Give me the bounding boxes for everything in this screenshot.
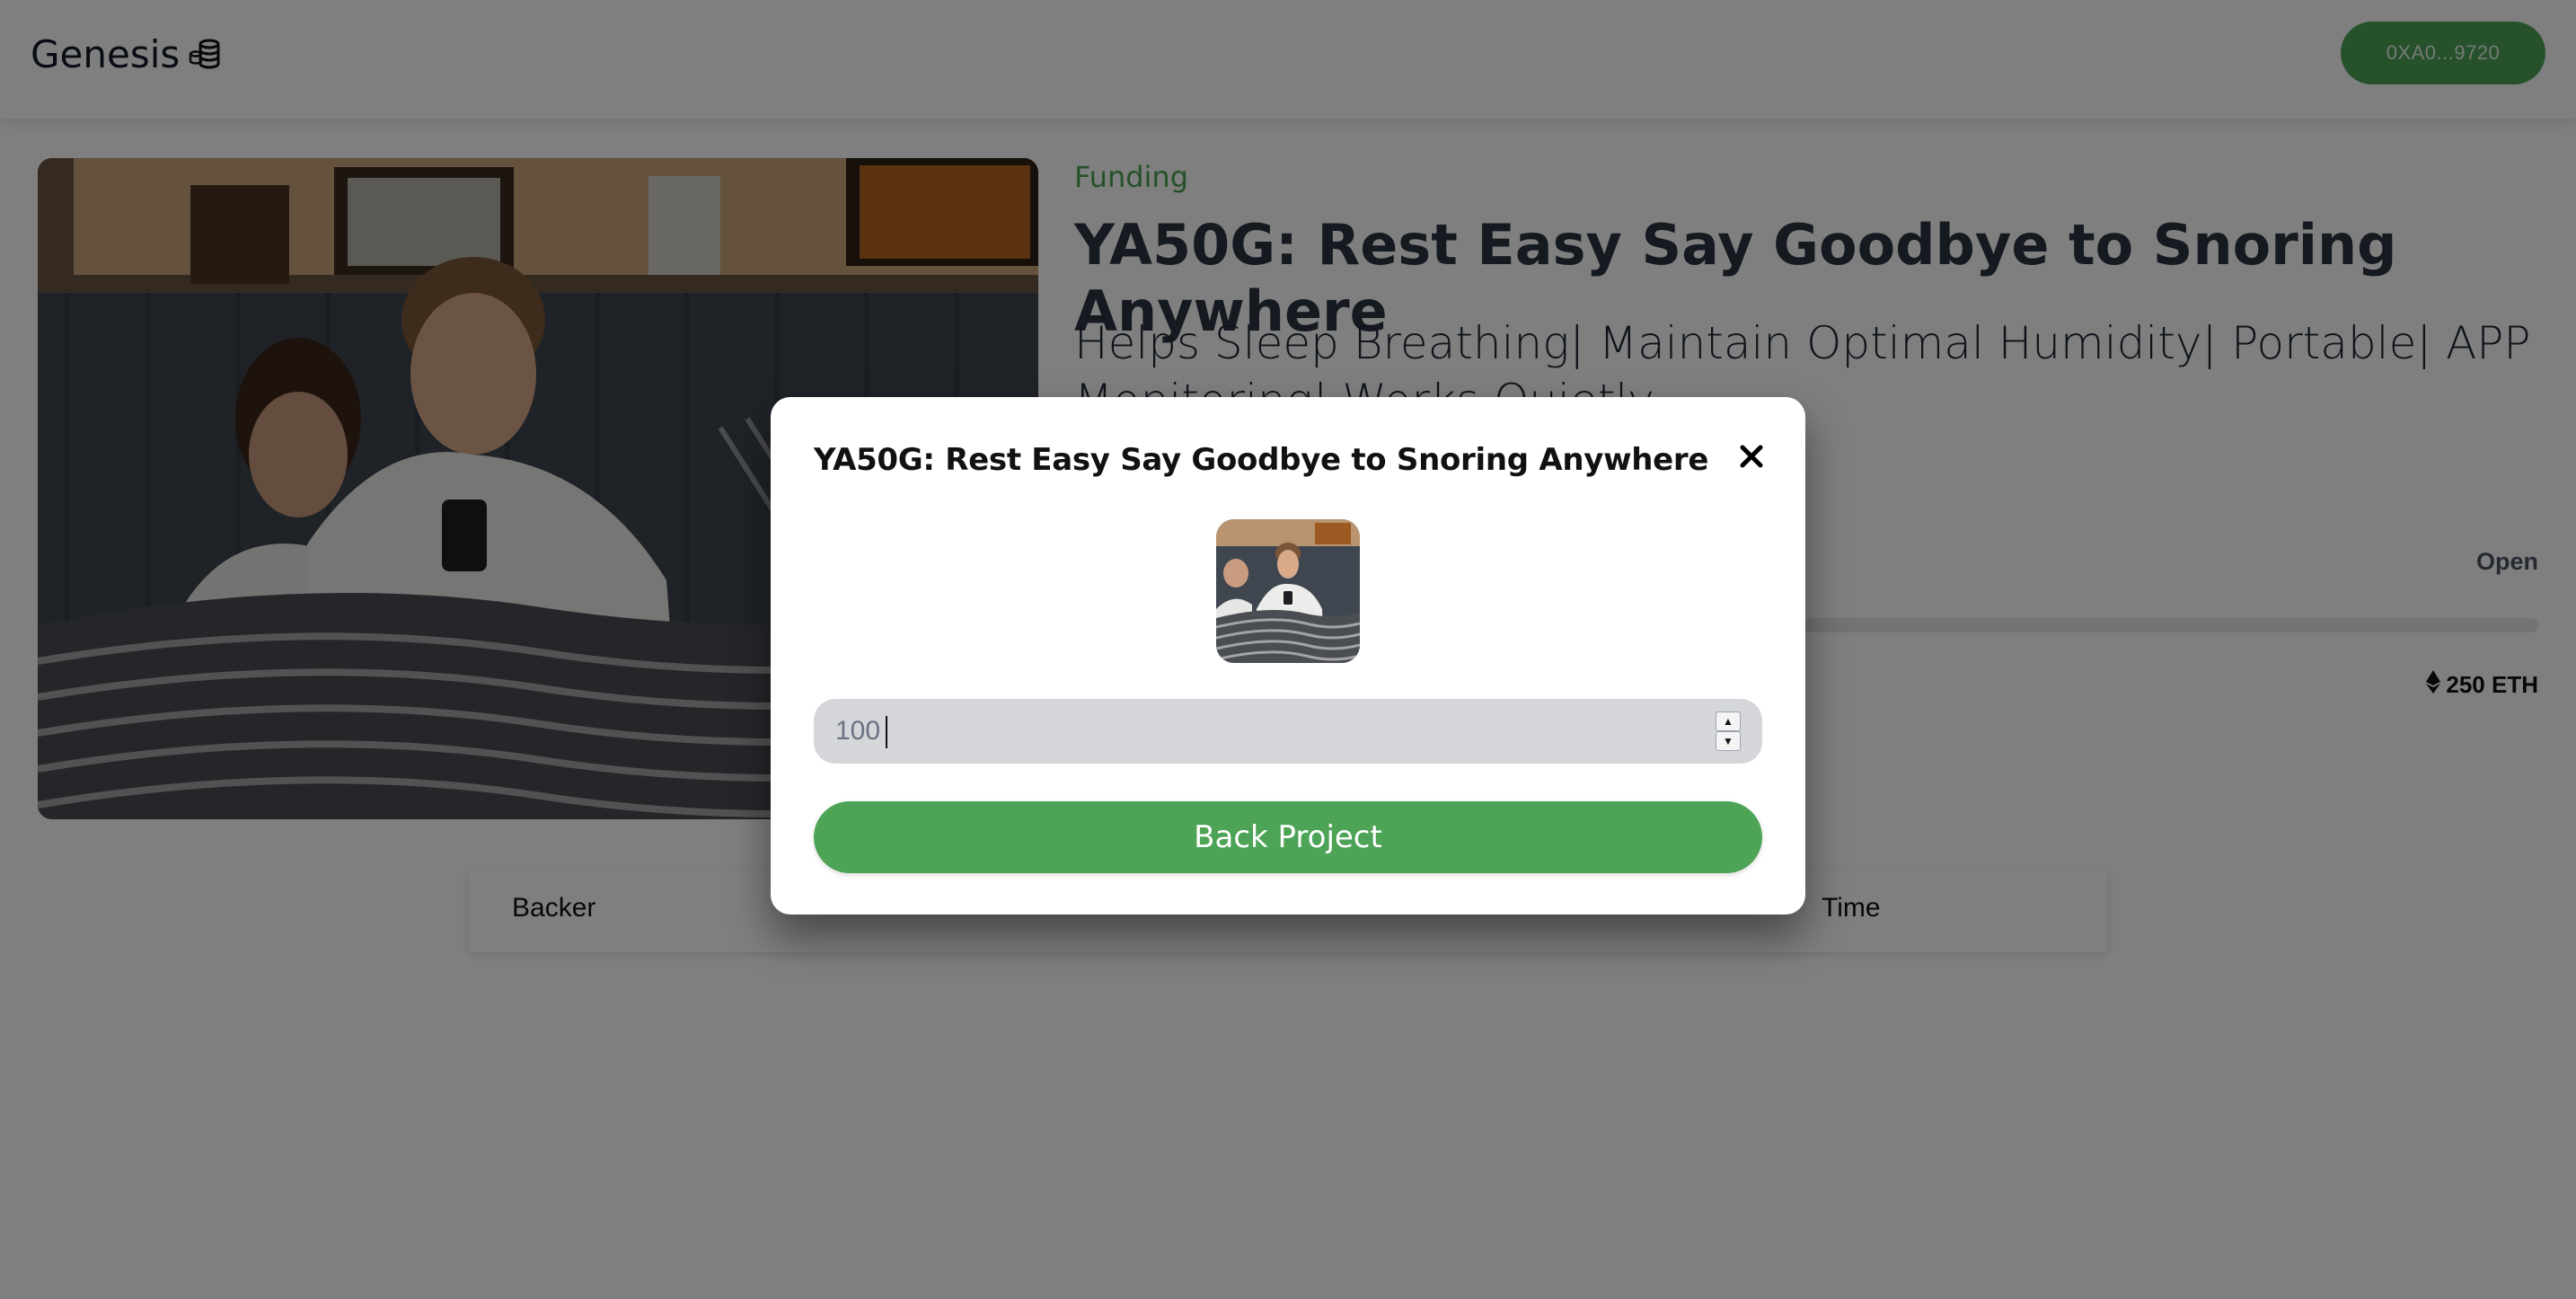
back-project-modal: YA50G: Rest Easy Say Goodbye to Snoring … [771,397,1805,915]
amount-input[interactable] [835,699,1698,764]
back-project-button[interactable]: Back Project [814,801,1762,873]
stepper-down-icon[interactable]: ▼ [1716,731,1741,751]
stepper-up-icon[interactable]: ▲ [1716,711,1741,731]
modal-title: YA50G: Rest Easy Say Goodbye to Snoring … [814,442,1709,478]
amount-field: ▲ ▼ [814,699,1762,764]
close-icon[interactable] [1734,438,1769,474]
text-caret [886,716,887,748]
modal-project-thumbnail [1216,519,1360,663]
amount-stepper[interactable]: ▲ ▼ [1716,711,1741,751]
